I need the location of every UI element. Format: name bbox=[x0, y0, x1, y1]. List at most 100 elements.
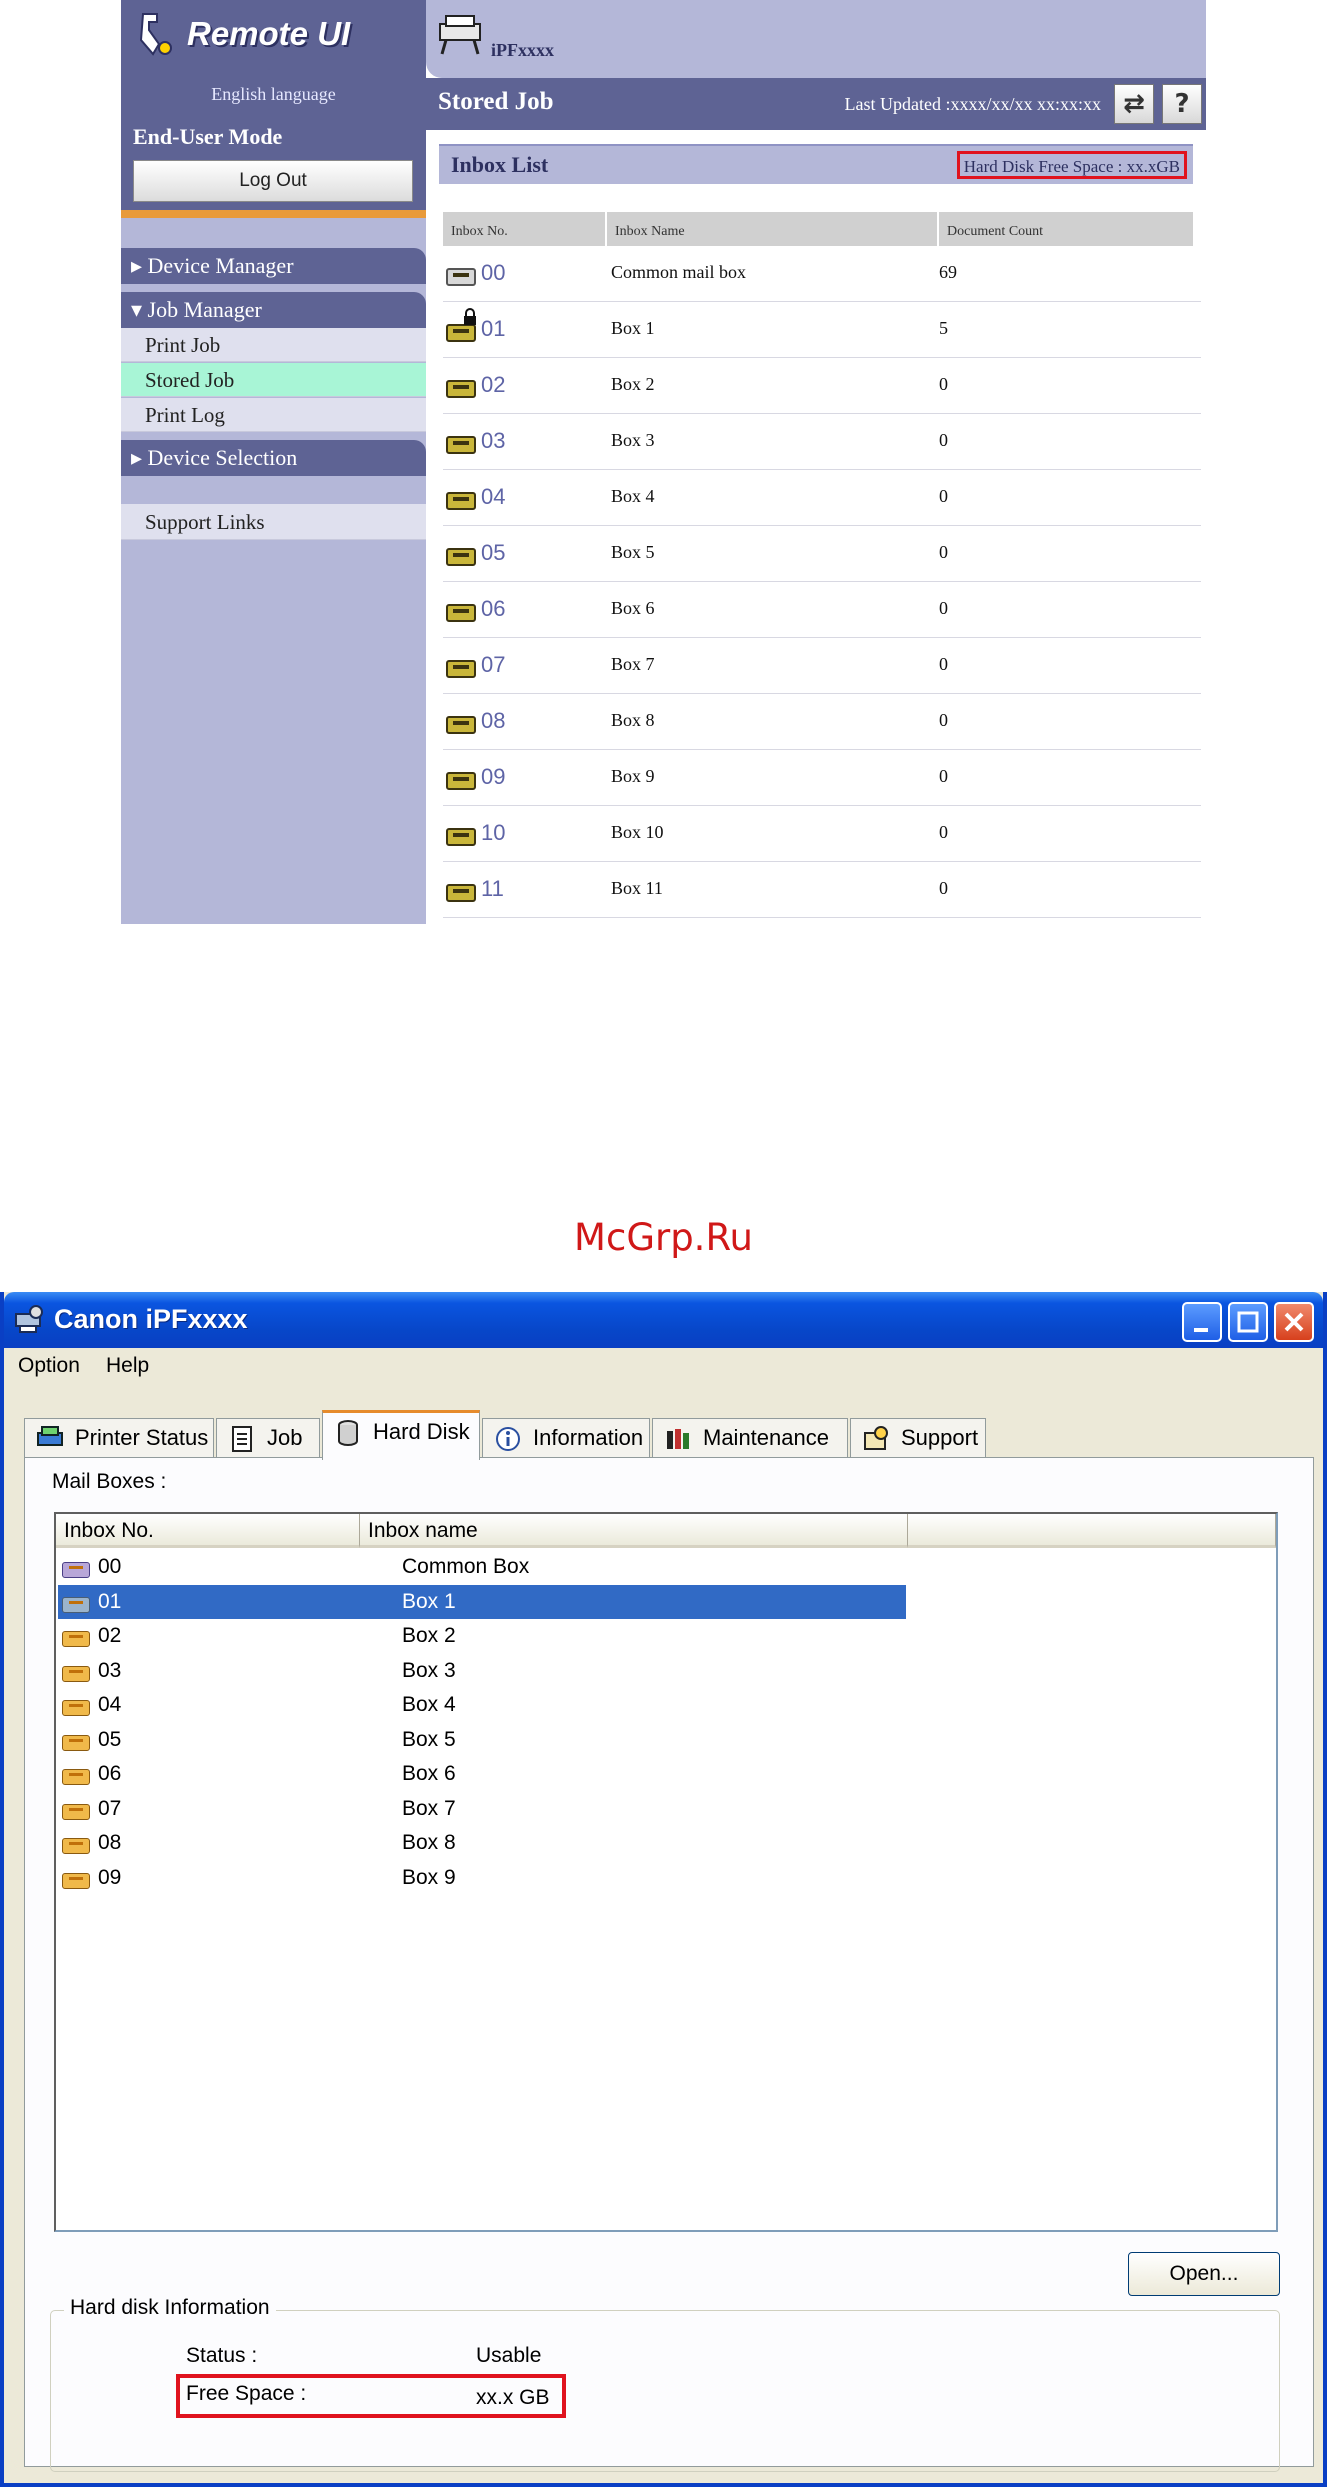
nav-job-manager[interactable]: ▾ Job Manager bbox=[121, 292, 426, 328]
tab-job[interactable]: Job bbox=[216, 1418, 320, 1458]
nav-item-print-job[interactable]: Print Job bbox=[121, 328, 426, 362]
tab-maintenance-label: Maintenance bbox=[703, 1425, 829, 1450]
logout-button[interactable]: Log Out bbox=[133, 160, 413, 202]
list-item[interactable]: 05 Box 5 bbox=[58, 1723, 906, 1757]
maximize-button[interactable] bbox=[1228, 1302, 1268, 1342]
inbox-number-link[interactable]: 06 bbox=[481, 596, 505, 622]
table-row[interactable]: 07 Box 7 0 bbox=[443, 638, 1201, 694]
menu-help[interactable]: Help bbox=[106, 1354, 149, 1378]
menu-option[interactable]: Option bbox=[18, 1354, 80, 1378]
mailbox-icon bbox=[446, 716, 476, 734]
inbox-number-link[interactable]: 05 bbox=[481, 540, 505, 566]
table-row[interactable]: 11 Box 11 0 bbox=[443, 862, 1201, 918]
inbox-number-link[interactable]: 01 bbox=[481, 316, 505, 342]
tab-hard-disk[interactable]: Hard Disk bbox=[322, 1410, 480, 1460]
nav-item-print-log[interactable]: Print Log bbox=[121, 398, 426, 432]
mailbox-icon bbox=[446, 604, 476, 622]
list-item[interactable]: 08 Box 8 bbox=[58, 1826, 906, 1860]
inbox-number-link[interactable]: 10 bbox=[481, 820, 505, 846]
table-row[interactable]: 01 Box 1 5 bbox=[443, 302, 1201, 358]
language-label[interactable]: English language bbox=[121, 84, 426, 105]
inbox-number-link[interactable]: 08 bbox=[481, 708, 505, 734]
list-item[interactable]: 02 Box 2 bbox=[58, 1619, 906, 1653]
open-button[interactable]: Open... bbox=[1128, 2252, 1280, 2296]
list-item[interactable]: 00 Common Box bbox=[58, 1550, 906, 1584]
mailbox-icon bbox=[62, 1700, 90, 1716]
refresh-button[interactable]: ⇄ bbox=[1114, 84, 1154, 124]
list-item[interactable]: 06 Box 6 bbox=[58, 1757, 906, 1791]
list-item[interactable]: 04 Box 4 bbox=[58, 1688, 906, 1722]
list-item[interactable]: 07 Box 7 bbox=[58, 1792, 906, 1826]
mailbox-icon bbox=[446, 548, 476, 566]
app-window: Canon iPFxxxx Option Help Printer Status… bbox=[0, 1292, 1327, 2487]
nav-device-selection[interactable]: ▸ Device Selection bbox=[121, 440, 426, 476]
inbox-number: 08 bbox=[98, 1831, 122, 1854]
inbox-number-link[interactable]: 07 bbox=[481, 652, 505, 678]
table-row[interactable]: 02 Box 2 0 bbox=[443, 358, 1201, 414]
mailbox-icon bbox=[446, 884, 476, 902]
close-icon bbox=[1284, 1312, 1304, 1332]
inbox-number-link[interactable]: 09 bbox=[481, 764, 505, 790]
inbox-name: Box 3 bbox=[402, 1658, 456, 1682]
list-item[interactable]: 01 Box 1 bbox=[58, 1584, 906, 1619]
tab-job-label: Job bbox=[267, 1425, 303, 1450]
column-header-inbox-name[interactable]: Inbox name bbox=[360, 1514, 908, 1548]
document-count: 0 bbox=[939, 710, 948, 730]
locked-mailbox-icon bbox=[446, 324, 476, 342]
table-row[interactable]: 08 Box 8 0 bbox=[443, 694, 1201, 750]
maintenance-icon bbox=[667, 1429, 689, 1449]
mailbox-icon bbox=[62, 1872, 90, 1889]
inbox-number: 06 bbox=[98, 1762, 122, 1785]
document-count: 0 bbox=[939, 878, 948, 898]
nav-item-stored-job[interactable]: Stored Job bbox=[121, 363, 426, 397]
inbox-number-link[interactable]: 04 bbox=[481, 484, 505, 510]
remote-ui-logo-text: Remote UI bbox=[187, 15, 351, 52]
inbox-name: Box 7 bbox=[611, 654, 655, 674]
table-row[interactable]: 05 Box 5 0 bbox=[443, 526, 1201, 582]
tab-support[interactable]: Support bbox=[850, 1418, 986, 1458]
minimize-button[interactable] bbox=[1182, 1302, 1222, 1342]
tab-printer-status[interactable]: Printer Status bbox=[24, 1418, 214, 1458]
inbox-name: Box 8 bbox=[611, 710, 655, 730]
mailbox-list[interactable]: Inbox No. Inbox name 00 Common Box 01 Box 1… bbox=[54, 1512, 1278, 2232]
nav-item-support-links[interactable]: Support Links bbox=[121, 504, 426, 540]
inbox-number: 01 bbox=[98, 1589, 122, 1613]
close-button[interactable] bbox=[1274, 1302, 1314, 1342]
column-header-inbox-no[interactable]: Inbox No. bbox=[56, 1514, 360, 1548]
table-row[interactable]: 04 Box 4 0 bbox=[443, 470, 1201, 526]
inbox-number-link[interactable]: 02 bbox=[481, 372, 505, 398]
title-bar[interactable]: Canon iPFxxxx bbox=[4, 1292, 1323, 1348]
tab-maintenance[interactable]: Maintenance bbox=[652, 1418, 848, 1458]
table-row[interactable]: 10 Box 10 0 bbox=[443, 806, 1201, 862]
page-header-bar: Stored Job Last Updated :xxxx/xx/xx xx:x… bbox=[426, 78, 1206, 130]
document-count: 0 bbox=[939, 822, 948, 842]
inbox-number-link[interactable]: 03 bbox=[481, 428, 505, 454]
sidebar: Remote UI English language End-User Mode… bbox=[121, 0, 426, 924]
sidebar-divider bbox=[121, 210, 426, 218]
mailbox-icon bbox=[446, 772, 476, 790]
tab-information[interactable]: Information bbox=[482, 1418, 650, 1458]
table-row[interactable]: 09 Box 9 0 bbox=[443, 750, 1201, 806]
document-count: 0 bbox=[939, 654, 948, 674]
list-item[interactable]: 09 Box 9 bbox=[58, 1861, 906, 1895]
inbox-number-link[interactable]: 11 bbox=[481, 876, 504, 902]
table-row[interactable]: 00 Common mail box 69 bbox=[443, 246, 1201, 302]
mailbox-icon bbox=[62, 1665, 90, 1682]
mailbox-icon bbox=[62, 1769, 90, 1785]
mailbox-icon bbox=[62, 1631, 90, 1647]
table-row[interactable]: 03 Box 3 0 bbox=[443, 414, 1201, 470]
inbox-name: Box 1 bbox=[402, 1589, 456, 1613]
help-button[interactable]: ? bbox=[1162, 84, 1202, 124]
user-mode-label: End-User Mode bbox=[133, 124, 283, 149]
table-row[interactable]: 06 Box 6 0 bbox=[443, 582, 1201, 638]
document-count: 5 bbox=[939, 318, 948, 338]
free-space-highlight bbox=[176, 2374, 566, 2418]
document-count: 0 bbox=[939, 374, 948, 394]
hard-disk-info-title: Hard disk Information bbox=[64, 2296, 276, 2320]
column-header-document-count: Document Count bbox=[939, 212, 1193, 246]
nav-device-manager[interactable]: ▸ Device Manager bbox=[121, 248, 426, 284]
inbox-number-link[interactable]: 00 bbox=[481, 260, 505, 286]
column-header-empty[interactable] bbox=[908, 1514, 1276, 1548]
column-header-inbox-name: Inbox Name bbox=[607, 212, 937, 246]
list-item[interactable]: 03 Box 3 bbox=[58, 1654, 906, 1688]
